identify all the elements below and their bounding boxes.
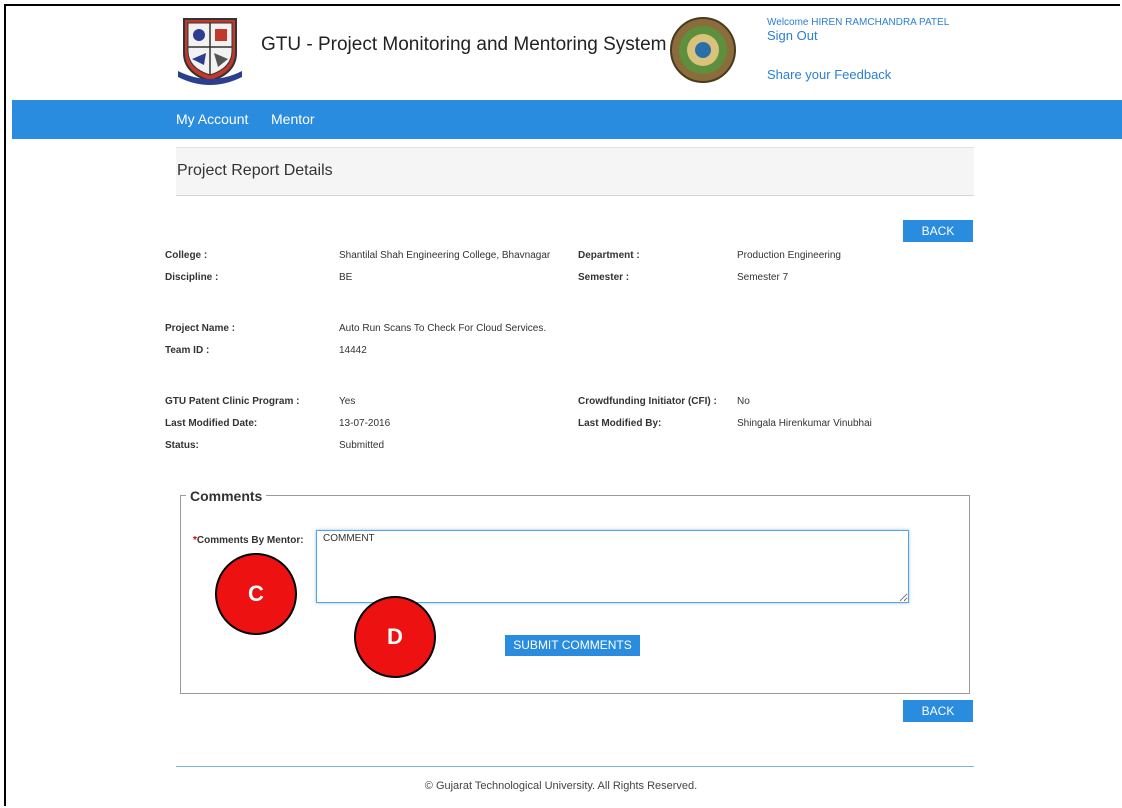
last-modified-by-label: Last Modified By:: [578, 418, 662, 429]
nav-mentor[interactable]: Mentor: [271, 111, 315, 127]
comments-by-mentor-label: *Comments By Mentor:: [193, 535, 304, 546]
patent-clinic-value: Yes: [339, 396, 356, 407]
page-heading-bar: Project Report Details: [176, 147, 974, 196]
page-title: Project Report Details: [177, 162, 333, 179]
department-value: Production Engineering: [737, 250, 841, 261]
share-feedback-link[interactable]: Share your Feedback: [767, 67, 891, 82]
cfi-label: Crowdfunding Initiator (CFI) :: [578, 396, 717, 407]
project-name-value: Auto Run Scans To Check For Cloud Servic…: [339, 323, 547, 334]
site-header: GTU - Project Monitoring and Mentoring S…: [0, 0, 1122, 100]
college-label: College :: [165, 250, 208, 261]
comments-legend: Comments: [186, 488, 267, 504]
submit-comments-button[interactable]: SUBMIT COMMENTS: [505, 635, 640, 656]
last-modified-date-value: 13-07-2016: [339, 418, 391, 429]
gtu-logo-icon: [178, 18, 242, 85]
semester-value: Semester 7: [737, 272, 789, 283]
back-button-top[interactable]: BACK: [903, 220, 973, 242]
semester-label: Semester :: [578, 272, 630, 283]
cfi-value: No: [737, 396, 750, 407]
site-title: GTU - Project Monitoring and Mentoring S…: [261, 34, 667, 55]
team-id-value: 14442: [339, 345, 367, 356]
discipline-value: BE: [339, 272, 353, 283]
department-label: Department :: [578, 250, 640, 261]
college-value: Shantilal Shah Engineering College, Bhav…: [339, 250, 551, 261]
team-id-label: Team ID :: [165, 345, 210, 356]
last-modified-date-label: Last Modified Date:: [165, 418, 258, 429]
comments-label-text: Comments By Mentor:: [196, 535, 304, 546]
patent-clinic-label: GTU Patent Clinic Program :: [165, 396, 300, 407]
project-name-label: Project Name :: [165, 323, 236, 334]
nav-my-account[interactable]: My Account: [176, 111, 248, 127]
last-modified-by-value: Shingala Hirenkumar Vinubhai: [737, 418, 872, 429]
sign-out-link[interactable]: Sign Out: [767, 28, 818, 43]
status-value: Submitted: [339, 440, 385, 451]
status-label: Status:: [165, 440, 199, 451]
footer-divider: [176, 766, 974, 767]
annotation-marker-d: D: [354, 596, 436, 678]
innovation-emblem-icon: [670, 17, 736, 83]
discipline-label: Discipline :: [165, 272, 219, 283]
main-navbar: My Account Mentor: [12, 100, 1122, 139]
footer-copyright: © Gujarat Technological University. All …: [424, 780, 698, 792]
back-button-bottom[interactable]: BACK: [903, 700, 973, 722]
annotation-marker-c: C: [215, 553, 297, 635]
welcome-text: Welcome HIREN RAMCHANDRA PATEL: [767, 17, 950, 28]
comments-textarea[interactable]: COMMENT: [316, 530, 909, 603]
